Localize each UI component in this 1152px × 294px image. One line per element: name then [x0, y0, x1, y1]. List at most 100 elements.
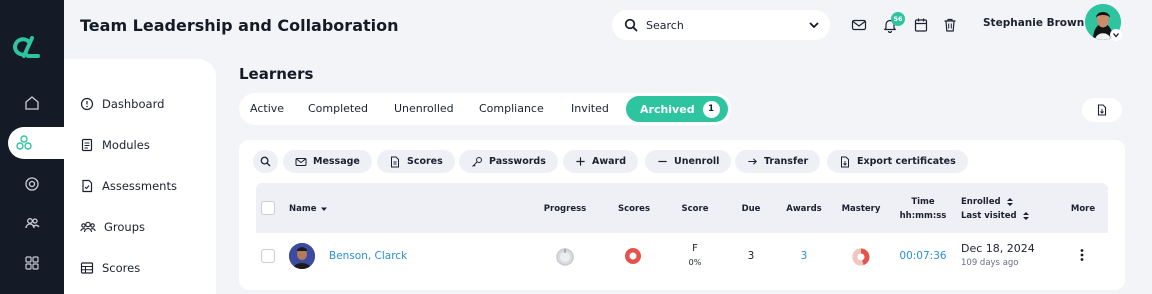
- sidebar-item-scores[interactable]: Scores: [80, 258, 140, 278]
- passwords-button[interactable]: Passwords: [459, 150, 558, 173]
- learner-name-link[interactable]: Benson, Clarck: [329, 250, 407, 262]
- search-icon: [260, 156, 271, 167]
- mail-icon: [295, 157, 307, 166]
- message-button[interactable]: Message: [283, 150, 372, 173]
- rail-home-button[interactable]: [16, 87, 48, 119]
- progress-column-header: Progress: [543, 204, 587, 214]
- progress-ring: [556, 248, 574, 266]
- unenroll-label: Unenroll: [674, 156, 720, 167]
- rail-target-button[interactable]: [16, 168, 48, 200]
- scores-icon: [80, 262, 94, 274]
- sidebar-item-modules[interactable]: Modules: [80, 135, 150, 155]
- due-column-header: Due: [741, 204, 761, 214]
- scores-status-icon[interactable]: [624, 247, 642, 265]
- time-header-line1: Time: [911, 197, 935, 207]
- enrolled-header-label: Enrolled: [961, 197, 1001, 207]
- document-icon: [391, 156, 399, 167]
- calendar-icon[interactable]: [913, 17, 929, 33]
- last-visited-header-label: Last visited: [961, 211, 1017, 221]
- groups-icon: [80, 221, 96, 233]
- tab-invited[interactable]: Invited: [571, 102, 609, 115]
- learner-tabs: Active Completed Unenrolled Compliance I…: [239, 93, 731, 125]
- awards-link[interactable]: 3: [781, 250, 827, 262]
- chevron-down-icon[interactable]: [808, 19, 820, 31]
- award-label: Award: [592, 156, 627, 167]
- export-file-icon: [841, 156, 849, 167]
- tab-unenrolled[interactable]: Unenrolled: [394, 102, 454, 115]
- tab-archived[interactable]: Archived 1: [626, 96, 728, 122]
- tab-completed[interactable]: Completed: [308, 102, 368, 115]
- user-menu-toggle[interactable]: [1110, 29, 1122, 41]
- export-button[interactable]: [1082, 98, 1122, 122]
- app-logo[interactable]: [12, 34, 40, 60]
- dashboard-icon: [80, 97, 94, 111]
- rail-people-button[interactable]: [16, 207, 48, 239]
- more-options-icon[interactable]: [1078, 248, 1086, 262]
- sort-icon: [1022, 212, 1029, 220]
- export-certificates-label: Export certificates: [857, 156, 956, 167]
- last-visited: 109 days ago: [961, 258, 1019, 268]
- search-box[interactable]: Search: [612, 10, 830, 40]
- enrolled-column-header[interactable]: Enrolled Last visited: [961, 196, 1030, 222]
- score-column-header: Score: [681, 204, 709, 214]
- minus-icon: [658, 160, 667, 163]
- notification-badge: 56: [891, 12, 905, 26]
- tab-active[interactable]: Active: [250, 102, 284, 115]
- name-header-label: Name: [289, 204, 317, 214]
- score-percent: 0%: [688, 258, 702, 267]
- row-checkbox[interactable]: [261, 249, 275, 263]
- mastery-column-header: Mastery: [841, 204, 881, 214]
- tab-archived-label: Archived: [640, 102, 695, 116]
- mail-icon[interactable]: [851, 17, 867, 33]
- tab-compliance[interactable]: Compliance: [479, 102, 544, 115]
- key-icon: [472, 156, 482, 167]
- sidebar-item-dashboard[interactable]: Dashboard: [80, 94, 164, 114]
- sidebar-item-assessments[interactable]: Assessments: [80, 176, 177, 196]
- chevron-down-icon: [1113, 33, 1119, 38]
- sidebar-item-label: Modules: [102, 138, 150, 152]
- time-spent: 00:07:36: [899, 250, 947, 262]
- sort-down-icon: [321, 207, 328, 211]
- trash-icon[interactable]: [942, 17, 958, 33]
- export-file-icon: [1097, 104, 1107, 116]
- rail-learning-button[interactable]: [8, 127, 72, 159]
- home-icon: [25, 96, 39, 110]
- assessments-icon: [82, 179, 93, 193]
- export-certificates-button[interactable]: Export certificates: [827, 150, 968, 173]
- name-column-header[interactable]: Name: [289, 203, 328, 215]
- user-name[interactable]: Stephanie Brown: [983, 17, 1084, 29]
- rail-apps-button[interactable]: [16, 247, 48, 279]
- apps-icon: [25, 256, 39, 270]
- time-column-header: Time hh:mm:ss: [895, 196, 951, 222]
- table-search-button[interactable]: [253, 150, 278, 173]
- search-icon: [624, 18, 638, 32]
- award-button[interactable]: Award: [563, 150, 639, 173]
- section-title: Learners: [239, 65, 314, 83]
- plus-icon: [576, 157, 585, 166]
- page-title: Team Leadership and Collaboration: [80, 16, 399, 35]
- time-header-line2: hh:mm:ss: [899, 211, 947, 221]
- avatar: [289, 243, 315, 269]
- tab-archived-count: 1: [702, 100, 720, 118]
- modules-icon: [81, 138, 93, 152]
- select-all-checkbox[interactable]: [261, 201, 275, 215]
- more-column-header: More: [1070, 204, 1096, 214]
- unenroll-button[interactable]: Unenroll: [645, 150, 732, 173]
- scores-column-header: Scores: [617, 204, 651, 214]
- scores-button[interactable]: Scores: [377, 150, 455, 173]
- sidebar-item-label: Dashboard: [102, 97, 165, 111]
- due-count: 3: [747, 250, 755, 262]
- search-input[interactable]: Search: [646, 19, 808, 32]
- learning-icon: [16, 135, 32, 150]
- sidebar-item-label: Scores: [102, 261, 141, 275]
- sidebar-item-groups[interactable]: Groups: [80, 217, 145, 237]
- message-label: Message: [313, 156, 360, 167]
- sidebar-item-label: Groups: [104, 220, 146, 234]
- target-icon: [25, 177, 39, 191]
- mastery-pie: [852, 248, 870, 266]
- people-icon: [25, 218, 40, 229]
- scores-label: Scores: [407, 156, 443, 167]
- transfer-button[interactable]: Transfer: [735, 150, 821, 173]
- arrow-right-icon: [748, 158, 757, 165]
- passwords-label: Passwords: [489, 156, 546, 167]
